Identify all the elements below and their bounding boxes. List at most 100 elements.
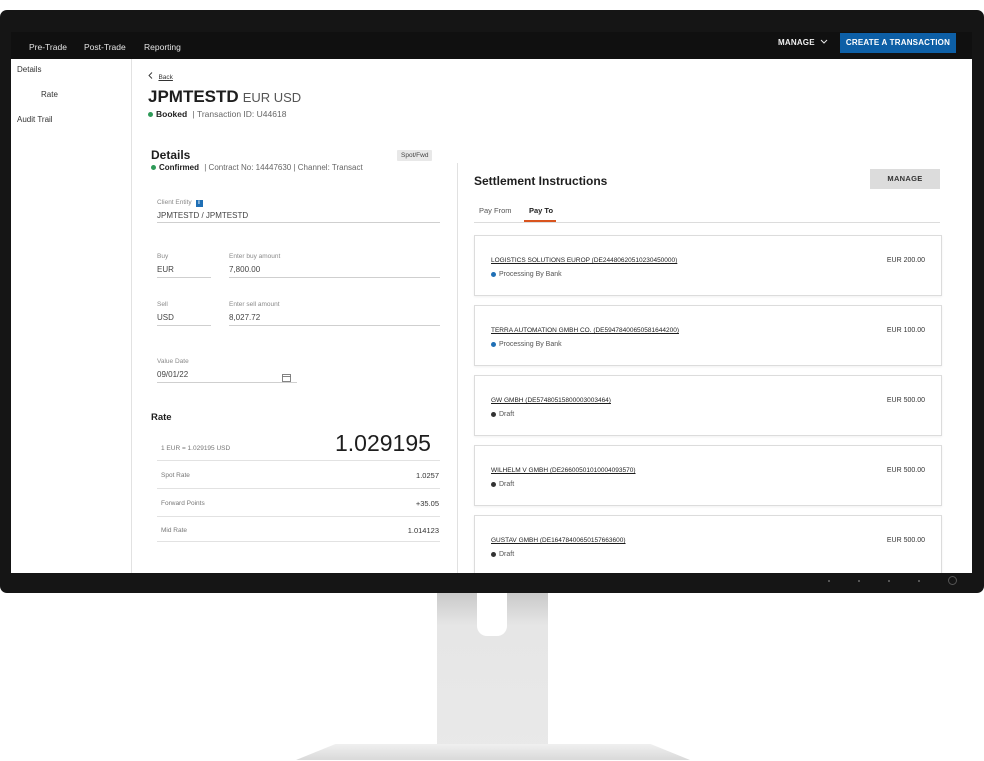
beneficiary-link[interactable]: WILHELM V GMBH (DE26600501010004093570)	[491, 467, 636, 474]
status-badge: Booked	[156, 109, 188, 119]
divider	[157, 277, 211, 278]
info-icon[interactable]: i	[195, 200, 203, 207]
tabs-baseline	[474, 222, 940, 223]
calendar-icon[interactable]	[282, 369, 291, 387]
settlement-status: Processing By Bank	[491, 271, 562, 278]
settlement-card[interactable]: WILHELM V GMBH (DE26600501010004093570) D…	[474, 445, 942, 506]
sidebar-item-details[interactable]: Details	[17, 65, 41, 74]
confirmed-dot	[151, 165, 156, 171]
divider	[157, 460, 440, 461]
settlement-status-label: Draft	[499, 411, 515, 418]
divider	[157, 541, 440, 542]
client-entity-label: Client Entity i	[157, 199, 203, 207]
page-title: JPMTESTD EUR USD	[148, 87, 301, 107]
transaction-status-line: Booked | Transaction ID: U44618	[148, 109, 286, 119]
sell-amount-label: Enter sell amount	[229, 301, 280, 308]
divider	[157, 222, 440, 223]
settlement-card[interactable]: TERRA AUTOMATION GMBH CO. (DE59478400650…	[474, 305, 942, 366]
buy-currency-select[interactable]: EUR	[157, 265, 174, 274]
client-entity-value[interactable]: JPMTESTD / JPMTESTD	[157, 211, 248, 220]
settlement-amount: EUR 500.00	[886, 467, 925, 474]
mid-rate-label: Mid Rate	[161, 527, 188, 534]
settlement-amount: EUR 500.00	[886, 537, 925, 544]
manage-menu-label: MANAGE	[778, 38, 815, 47]
settlement-amount: EUR 100.00	[886, 327, 925, 334]
settlement-card[interactable]: GW GMBH (DE57480515800003003464) Draft EUR…	[474, 375, 942, 436]
rate-conversion: 1 EUR = 1.029195 USD	[161, 445, 231, 452]
status-dot	[491, 271, 496, 277]
chevron-down-icon	[820, 38, 828, 47]
tab-pay-to[interactable]: Pay To	[529, 206, 553, 215]
status-dot	[491, 551, 496, 557]
divider	[229, 325, 440, 326]
sidebar-item-rate[interactable]: Rate	[41, 90, 58, 99]
ticker: JPMTESTD	[148, 87, 239, 106]
buy-amount-label: Enter buy amount	[229, 253, 281, 260]
status-dot	[491, 481, 496, 487]
details-status-line: Confirmed | Contract No: 14447630 | Chan…	[151, 163, 363, 172]
status-dot	[491, 341, 496, 347]
trade-type-badge: Spot/Fwd	[397, 150, 433, 161]
back-label: Back	[158, 74, 173, 81]
sell-currency-select[interactable]: USD	[157, 313, 174, 322]
tab-pay-from[interactable]: Pay From	[479, 206, 512, 215]
settlement-status-label: Draft	[499, 551, 515, 558]
nav-reporting[interactable]: Reporting	[144, 42, 181, 52]
sidebar-item-audit-trail[interactable]: Audit Trail	[17, 115, 53, 124]
manage-menu[interactable]: MANAGE	[778, 38, 828, 47]
buy-label: Buy	[157, 253, 169, 260]
monitor-base	[296, 744, 690, 760]
contract-meta: | Contract No: 14447630 | Channel: Trans…	[204, 163, 363, 172]
beneficiary-link[interactable]: GUSTAV GMBH (DE16478400650157663600)	[491, 537, 626, 544]
divider	[157, 325, 211, 326]
settlement-status: Draft	[491, 481, 514, 488]
top-navigation-bar: Pre-Trade Post-Trade Reporting MANAGE CR…	[11, 32, 972, 59]
power-icon[interactable]	[948, 576, 957, 585]
divider	[157, 516, 440, 517]
monitor-bezel: Pre-Trade Post-Trade Reporting MANAGE CR…	[0, 10, 984, 593]
sell-amount-input[interactable]: 8,027.72	[229, 313, 260, 322]
app-screen: Pre-Trade Post-Trade Reporting MANAGE CR…	[11, 32, 972, 573]
create-transaction-button[interactable]: CREATE A TRANSACTION	[840, 33, 956, 53]
spot-rate-value: 1.0257	[416, 471, 439, 480]
main-content: Back JPMTESTD EUR USD Booked | Transactio…	[132, 59, 972, 573]
column-divider	[457, 163, 458, 573]
settlement-amount: EUR 200.00	[886, 257, 925, 264]
mid-rate-value: 1.014123	[407, 526, 439, 535]
nav-pre-trade[interactable]: Pre-Trade	[29, 42, 67, 52]
settlement-status: Processing By Bank	[491, 341, 562, 348]
details-heading: Details	[151, 148, 191, 162]
forward-points-value: +35.05	[415, 499, 439, 508]
rate-heading: Rate	[151, 412, 172, 423]
forward-points-label: Forward Points	[161, 500, 205, 507]
divider	[229, 277, 440, 278]
settlement-status-label: Processing By Bank	[499, 271, 562, 278]
divider	[157, 488, 440, 489]
value-date-input[interactable]: 09/01/22	[157, 370, 188, 379]
nav-post-trade[interactable]: Post-Trade	[84, 42, 126, 52]
settlement-amount: EUR 500.00	[886, 397, 925, 404]
buy-amount-input[interactable]: 7,800.00	[229, 265, 260, 274]
spot-rate-label: Spot Rate	[161, 472, 190, 479]
settlement-status-label: Processing By Bank	[499, 341, 562, 348]
active-tab-indicator	[524, 220, 556, 222]
status-dot	[148, 112, 153, 118]
settlement-status: Draft	[491, 551, 514, 558]
settlement-status-label: Draft	[499, 481, 515, 488]
transaction-id: | Transaction ID: U44618	[192, 109, 287, 119]
sell-label: Sell	[157, 301, 168, 308]
divider	[157, 382, 297, 383]
beneficiary-link[interactable]: GW GMBH (DE57480515800003003464)	[491, 397, 611, 404]
settlement-status: Draft	[491, 411, 514, 418]
settlement-manage-button[interactable]: MANAGE	[870, 169, 940, 189]
bezel-indicator	[858, 580, 860, 582]
settlement-card[interactable]: LOGISTICS SOLUTIONS EUROP (DE24480620510…	[474, 235, 942, 296]
bezel-indicator	[828, 580, 830, 582]
settlement-heading: Settlement Instructions	[474, 174, 608, 188]
settlement-card[interactable]: GUSTAV GMBH (DE16478400650157663600) Draf…	[474, 515, 942, 573]
sidebar: Details Rate Audit Trail	[11, 59, 132, 573]
beneficiary-link[interactable]: LOGISTICS SOLUTIONS EUROP (DE24480620510…	[491, 257, 677, 264]
chevron-left-icon	[148, 66, 158, 83]
back-link[interactable]: Back	[148, 66, 173, 84]
beneficiary-link[interactable]: TERRA AUTOMATION GMBH CO. (DE59478400650…	[491, 327, 679, 334]
